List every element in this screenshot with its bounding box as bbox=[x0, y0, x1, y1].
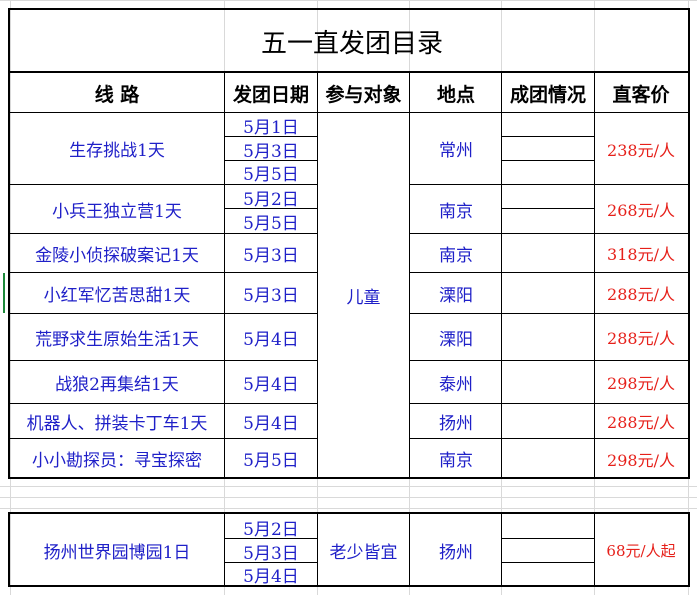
price-cell: 288元/人 bbox=[607, 413, 675, 432]
price-cell: 298元/人 bbox=[607, 374, 675, 393]
price-cell: 318元/人 bbox=[607, 245, 675, 264]
price-cell: 288元/人 bbox=[607, 329, 675, 348]
price-cell: 268元/人 bbox=[607, 201, 675, 220]
audience-cell: 儿童 bbox=[346, 288, 381, 308]
location-cell: 南京 bbox=[439, 201, 473, 222]
date-cell: 5月4日 bbox=[243, 329, 299, 350]
location-cell: 扬州 bbox=[439, 413, 473, 434]
cell-selection-marker bbox=[3, 273, 5, 313]
route-cell: 小红军忆苦思甜1天 bbox=[43, 285, 191, 306]
date-cell: 5月3日 bbox=[243, 543, 299, 564]
location-cell: 溧阳 bbox=[439, 285, 473, 306]
date-cell: 5月5日 bbox=[243, 451, 299, 471]
route-cell: 荒野求生原始生活1天 bbox=[35, 329, 199, 350]
price-cell: 238元/人 bbox=[607, 140, 675, 160]
location-cell: 常州 bbox=[439, 141, 473, 161]
location-cell: 泰州 bbox=[439, 374, 473, 395]
date-cell: 5月4日 bbox=[243, 566, 299, 587]
table-border bbox=[688, 8, 690, 479]
gridline-h bbox=[0, 0, 697, 1]
price-cell: 288元/人 bbox=[607, 285, 675, 304]
location-cell: 南京 bbox=[439, 245, 473, 266]
subrow-border bbox=[501, 562, 594, 563]
location-cell: 溧阳 bbox=[439, 329, 473, 350]
route-cell: 机器人、拼装卡丁车1天 bbox=[26, 413, 208, 434]
route-cell: 战狼2再集结1天 bbox=[55, 374, 179, 395]
date-cell: 5月2日 bbox=[243, 519, 299, 540]
route-cell: 小兵王独立营1天 bbox=[52, 201, 182, 222]
gridline-h bbox=[0, 486, 697, 487]
table-border bbox=[688, 512, 690, 587]
subrow-border bbox=[501, 538, 594, 539]
table-border bbox=[8, 8, 690, 10]
gridline-h bbox=[0, 508, 697, 509]
route-cell: 小小勘探员：寻宝探密 bbox=[32, 451, 202, 471]
route-cell: 金陵小侦探破案记1天 bbox=[35, 245, 199, 266]
date-cell: 5月2日 bbox=[243, 189, 299, 210]
date-cell: 5月4日 bbox=[243, 374, 299, 395]
header-location: 地点 bbox=[436, 83, 475, 106]
extra-location-cell: 扬州 bbox=[439, 542, 473, 563]
date-cell: 5月5日 bbox=[243, 165, 299, 185]
date-cell: 5月3日 bbox=[243, 245, 299, 266]
location-cell: 南京 bbox=[439, 451, 473, 471]
subrow-border bbox=[501, 136, 594, 137]
header-audience: 参与对象 bbox=[325, 83, 402, 106]
price-cell: 298元/人 bbox=[607, 450, 675, 470]
extra-audience-cell: 老少皆宜 bbox=[329, 542, 398, 563]
table-border bbox=[8, 585, 690, 587]
header-route: 线 路 bbox=[94, 83, 140, 106]
date-cell: 5月3日 bbox=[243, 141, 299, 162]
page-title: 五一直发团目录 bbox=[260, 28, 443, 59]
subrow-border bbox=[501, 160, 594, 161]
date-cell: 5月1日 bbox=[243, 117, 299, 138]
table-border bbox=[8, 71, 690, 73]
date-cell: 5月5日 bbox=[243, 213, 299, 234]
spreadsheet: 五一直发团目录 线 路 发团日期 参与对象 地点 成团情况 直客价 生存挑战1天… bbox=[0, 0, 697, 595]
date-cell: 5月3日 bbox=[243, 285, 299, 306]
date-cell: 5月4日 bbox=[243, 413, 299, 434]
subrow-border bbox=[501, 208, 594, 209]
extra-route-cell: 扬州世界园博园1日 bbox=[43, 542, 191, 563]
route-cell: 生存挑战1天 bbox=[69, 141, 165, 161]
gridline-h bbox=[0, 497, 697, 498]
table-border bbox=[8, 512, 690, 514]
header-status: 成团情况 bbox=[509, 83, 586, 106]
header-date: 发团日期 bbox=[232, 83, 309, 106]
header-price: 直客价 bbox=[612, 83, 670, 106]
extra-price-cell: 68元/人起 bbox=[606, 541, 676, 560]
